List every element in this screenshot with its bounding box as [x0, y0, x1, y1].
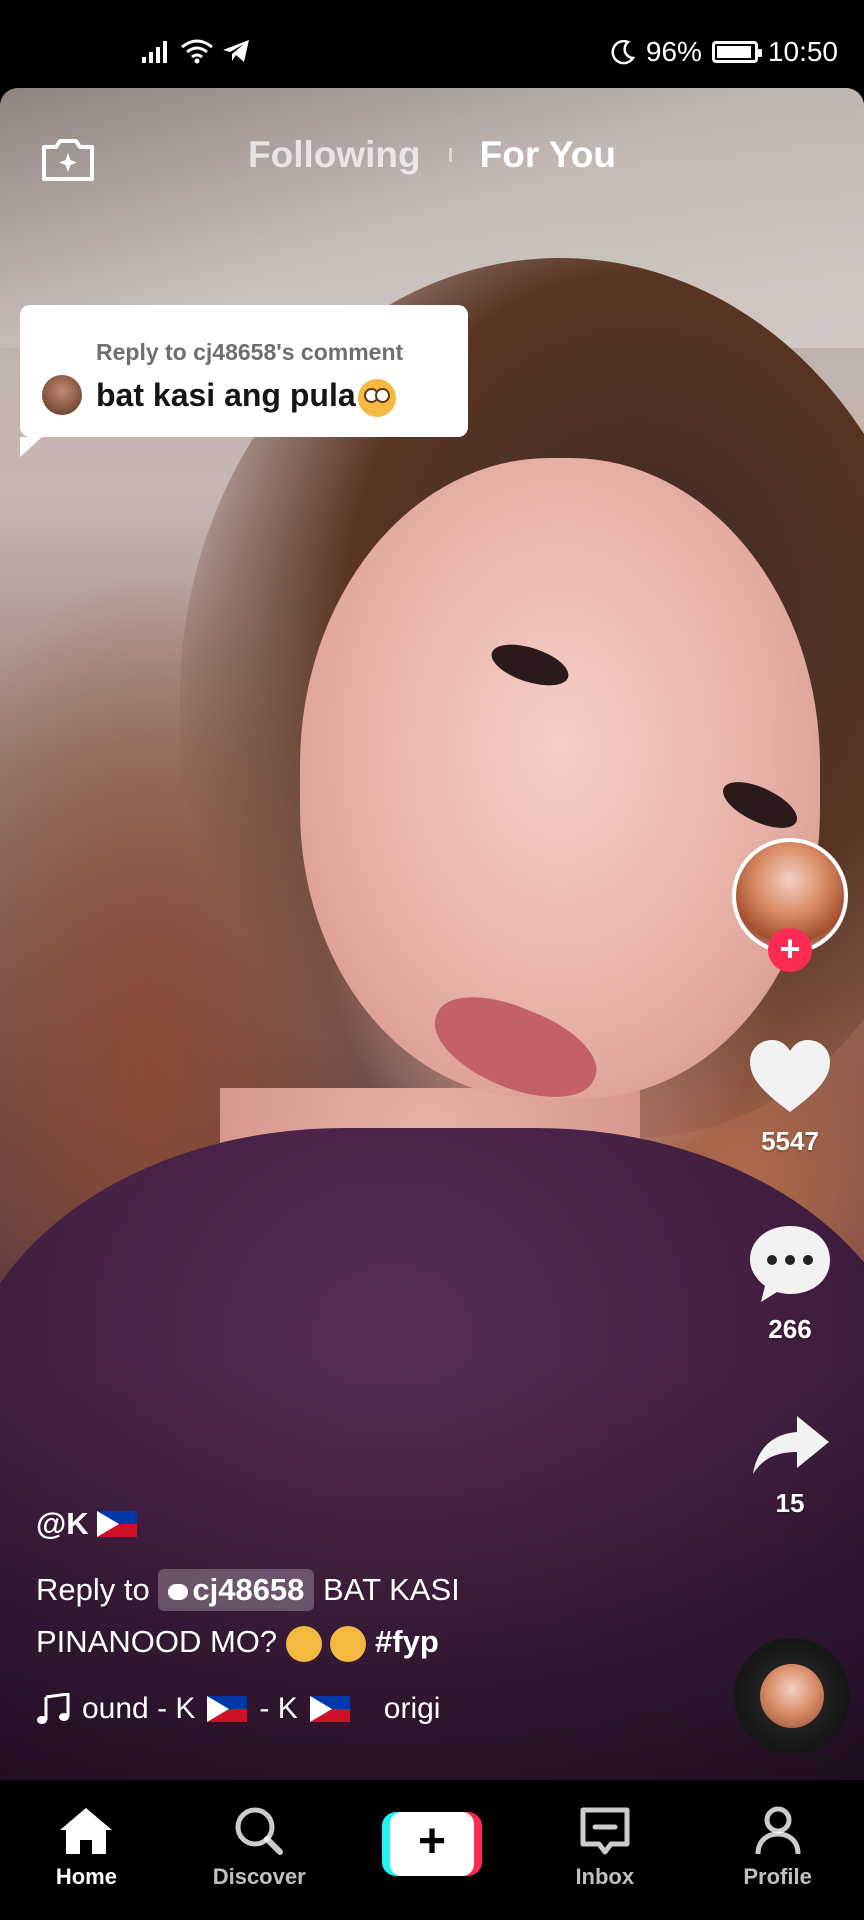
reply-sticker-text: bat kasi ang pula	[96, 377, 396, 417]
nav-inbox[interactable]: Inbox	[535, 1806, 675, 1890]
sound-disc[interactable]	[734, 1638, 850, 1754]
like-count: 5547	[761, 1126, 819, 1156]
battery-percent: 96%	[645, 36, 702, 67]
nav-home-label: Home	[55, 1864, 117, 1889]
sneezing-emoji-icon	[330, 1625, 367, 1662]
music-note-icon	[37, 1693, 70, 1724]
share-count: 15	[775, 1488, 805, 1518]
comment-button[interactable]: 266	[740, 1222, 840, 1345]
heart-icon	[750, 1040, 830, 1112]
sound-marquee[interactable]: ound - K - K origi	[36, 1692, 440, 1726]
status-right: 96% 10:50	[610, 36, 838, 68]
bottom-navigation: Home Discover + Inbox Profile	[0, 1780, 864, 1920]
username-text: @K	[36, 1506, 89, 1541]
caption-reply-prefix: Reply to	[36, 1572, 150, 1607]
nav-profile-label: Profile	[743, 1864, 812, 1889]
nav-discover[interactable]: Discover	[189, 1806, 329, 1890]
video-caption: Reply to cj48658 BAT KASI PINANOOD MO? #…	[36, 1564, 536, 1668]
reply-sticker-title: Reply to cj48658's comment	[96, 339, 404, 365]
inbox-icon	[580, 1807, 630, 1855]
sound-disc-cover	[760, 1664, 824, 1728]
battery-icon	[711, 41, 762, 63]
create-button[interactable]: +	[381, 1812, 482, 1876]
search-icon	[235, 1807, 284, 1855]
follow-button[interactable]: +	[768, 928, 812, 972]
reply-comment-sticker[interactable]: Reply to cj48658's comment bat kasi ang …	[20, 305, 468, 457]
share-icon	[753, 1416, 829, 1474]
caption-text-2: PINANOOD MO?	[36, 1624, 278, 1659]
philippines-flag-icon	[96, 1511, 137, 1537]
mention-chip[interactable]: cj48658	[158, 1569, 315, 1611]
nav-create[interactable]: +	[362, 1806, 502, 1876]
wifi-icon	[181, 39, 213, 64]
mention-username: cj48658	[192, 1572, 305, 1607]
clock: 10:50	[767, 36, 838, 67]
philippines-flag-icon	[207, 1696, 248, 1722]
status-bar: 96% 10:50	[0, 0, 864, 88]
telegram-icon	[223, 40, 249, 62]
nav-home[interactable]: Home	[16, 1806, 156, 1890]
profile-icon	[755, 1806, 801, 1855]
creator-username[interactable]: @K	[36, 1506, 137, 1542]
comment-count: 266	[768, 1314, 812, 1344]
caption-text-1: BAT KASI	[323, 1572, 460, 1607]
plus-icon: +	[389, 1812, 474, 1876]
moon-icon	[611, 39, 636, 65]
tab-following[interactable]: Following	[248, 134, 421, 176]
rofl-emoji-icon	[285, 1625, 322, 1662]
video-subject-face	[300, 458, 820, 1098]
hashtag-fyp[interactable]: #fyp	[375, 1624, 439, 1659]
signal-icon	[142, 41, 167, 63]
flushed-emoji-icon	[357, 378, 396, 417]
home-icon	[60, 1808, 113, 1854]
comment-icon	[750, 1226, 830, 1302]
reply-sticker-comment: bat kasi ang pula	[96, 377, 356, 413]
comment-bubble-icon	[168, 1583, 189, 1600]
feed-tabs: Following For You	[0, 134, 864, 176]
tab-divider	[448, 148, 452, 162]
commenter-avatar	[42, 375, 82, 415]
sound-text-2: - K	[259, 1692, 298, 1725]
nav-discover-label: Discover	[212, 1864, 306, 1889]
nav-profile[interactable]: Profile	[708, 1806, 848, 1890]
status-left-icons	[142, 38, 250, 64]
share-button[interactable]: 15	[740, 1412, 840, 1519]
sound-text-3: origi	[383, 1692, 441, 1725]
like-button[interactable]: 5547	[740, 1036, 840, 1157]
philippines-flag-icon	[309, 1696, 350, 1722]
sound-text-1: ound - K	[82, 1692, 196, 1725]
tab-for-you[interactable]: For You	[480, 134, 616, 176]
nav-inbox-label: Inbox	[575, 1864, 635, 1889]
